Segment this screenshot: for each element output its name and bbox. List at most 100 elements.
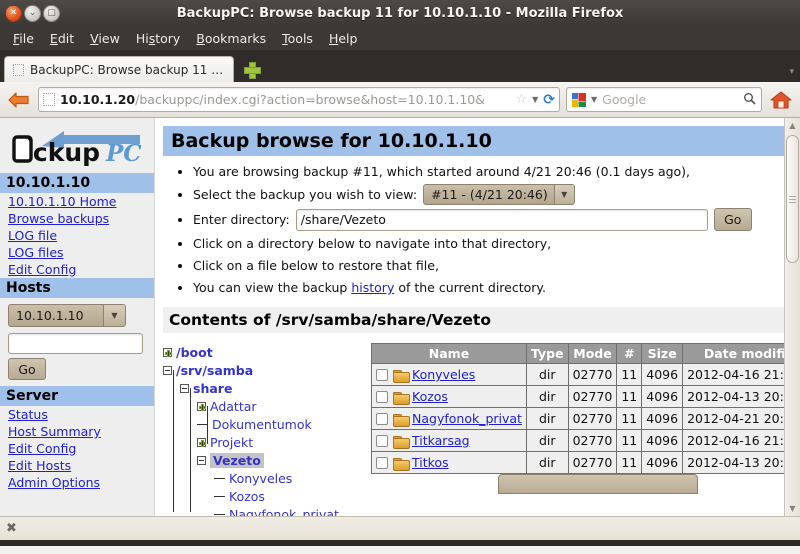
tree-node[interactable]: Konyveles <box>163 469 363 487</box>
column-header-name[interactable]: Name <box>371 343 527 364</box>
tree-node-label[interactable]: Adattar <box>210 399 257 414</box>
tree-node-label[interactable]: Nagyfonok_privat <box>229 507 339 517</box>
search-bar[interactable]: ▼ Google <box>566 87 762 112</box>
host-select[interactable]: 10.10.1.10 ▼ <box>8 304 126 327</box>
tree-node-label[interactable]: Vezeto <box>210 452 264 468</box>
menu-file[interactable]: File <box>6 29 41 48</box>
sidebar-item-log-files[interactable]: LOG files <box>0 244 154 261</box>
file-link[interactable]: Kozos <box>412 389 448 404</box>
column-header-type[interactable]: Type <box>525 343 569 364</box>
search-input[interactable]: Google <box>602 92 738 107</box>
tree-expand-icon[interactable] <box>197 437 206 447</box>
site-identity-icon[interactable] <box>43 93 55 106</box>
tree-node-label[interactable]: share <box>193 381 232 396</box>
directory-input[interactable]: /share/Vezeto <box>295 208 708 231</box>
minimize-icon[interactable]: ⌄ <box>24 4 41 22</box>
row-checkbox[interactable] <box>376 369 388 381</box>
sidebar-item-browse-backups[interactable]: Browse backups <box>0 210 154 227</box>
column-header-date[interactable]: Date modified <box>682 343 800 364</box>
tree-node[interactable]: /srv/samba <box>163 361 363 379</box>
tree-expand-icon[interactable] <box>197 401 206 411</box>
chevron-down-icon[interactable]: ▼ <box>103 305 125 326</box>
chevron-down-icon[interactable]: ▼ <box>591 95 597 104</box>
tree-node[interactable]: Kozos <box>163 487 363 505</box>
tree-node[interactable]: Nagyfonok_privat <box>163 505 363 516</box>
sidebar-item-admin-options[interactable]: Admin Options <box>0 474 154 491</box>
restore-selected-button[interactable] <box>497 474 698 494</box>
tree-node[interactable]: Vezeto <box>163 451 363 469</box>
host-go-button[interactable]: Go <box>8 358 46 380</box>
window-titlebar[interactable]: ✕ ⌄ ▢ BackupPC: Browse backup 11 for 10.… <box>0 0 800 26</box>
scrollbar-thumb[interactable] <box>786 135 799 263</box>
browser-tab[interactable]: BackupPC: Browse backup 11 f... <box>4 56 234 82</box>
desktop-taskbar[interactable] <box>0 540 800 546</box>
scroll-up-icon[interactable]: ▲ <box>789 118 795 133</box>
file-link[interactable]: Konyveles <box>412 367 475 382</box>
sidebar-item-server-edit-config[interactable]: Edit Config <box>0 440 154 457</box>
maximize-icon[interactable]: ▢ <box>43 4 60 22</box>
tree-node[interactable]: share <box>163 379 363 397</box>
row-checkbox[interactable] <box>376 413 388 425</box>
sidebar-item-edit-config[interactable]: Edit Config <box>0 261 154 278</box>
row-checkbox[interactable] <box>376 435 388 447</box>
menu-tools[interactable]: Tools <box>275 29 320 48</box>
tree-node[interactable]: /boot <box>163 343 363 361</box>
sidebar-item-status[interactable]: Status <box>0 406 154 423</box>
close-icon[interactable]: ✕ <box>5 4 22 22</box>
menu-view[interactable]: View <box>83 29 127 48</box>
host-search-input[interactable] <box>8 333 143 354</box>
new-tab-button[interactable] <box>238 57 264 81</box>
file-link[interactable]: Titkarsag <box>412 433 470 448</box>
chevron-down-icon[interactable]: ▾ <box>789 67 794 77</box>
tree-collapse-icon[interactable] <box>180 383 189 393</box>
cell-size: 4096 <box>641 385 684 408</box>
column-header-mode[interactable]: Mode <box>567 343 618 364</box>
menu-history[interactable]: History <box>129 29 187 48</box>
tree-expand-icon[interactable] <box>163 347 172 357</box>
tree-node-label[interactable]: Projekt <box>210 435 253 450</box>
sidebar-item-log-file[interactable]: LOG file <box>0 227 154 244</box>
back-arrow-icon[interactable] <box>6 87 32 113</box>
tree-node-label[interactable]: Konyveles <box>229 471 292 486</box>
tree-node-label[interactable]: /boot <box>176 345 213 360</box>
column-header-count[interactable]: # <box>616 343 643 364</box>
tree-node-label[interactable]: /srv/samba <box>176 363 253 378</box>
backup-select[interactable]: #11 - (4/21 20:46) ▼ <box>423 184 575 205</box>
instruction-click-file: Click on a file below to restore that fi… <box>193 256 790 275</box>
scroll-down-icon[interactable]: ▼ <box>789 501 795 516</box>
directory-go-button[interactable]: Go <box>713 208 752 231</box>
reload-icon[interactable]: ⟳ <box>543 92 555 108</box>
cell-mode: 02770 <box>567 451 618 474</box>
tree-collapse-icon[interactable] <box>197 455 206 465</box>
instruction-browsing: You are browsing backup #11, which start… <box>193 162 790 181</box>
history-link[interactable]: history <box>351 280 394 295</box>
star-icon[interactable]: ☆ <box>515 92 527 107</box>
magnifier-icon[interactable] <box>743 92 756 108</box>
row-checkbox[interactable] <box>376 457 388 469</box>
tree-node[interactable]: Projekt <box>163 433 363 451</box>
url-bar[interactable]: 10.10.1.20/backuppc/index.cgi?action=bro… <box>38 87 560 112</box>
cell-name: Titkos <box>371 451 527 474</box>
google-icon[interactable] <box>572 92 586 107</box>
file-link[interactable]: Titkos <box>412 455 449 470</box>
tree-node[interactable]: Adattar <box>163 397 363 415</box>
sidebar-item-edit-hosts[interactable]: Edit Hosts <box>0 457 154 474</box>
sidebar-item-host-home[interactable]: 10.10.1.10 Home <box>0 193 154 210</box>
row-checkbox[interactable] <box>376 391 388 403</box>
sidebar-item-host-summary[interactable]: Host Summary <box>0 423 154 440</box>
tree-node-label[interactable]: Dokumentumok <box>212 417 312 432</box>
menu-help[interactable]: Help <box>322 29 365 48</box>
tree-collapse-icon[interactable] <box>163 365 172 375</box>
tree-node[interactable]: Dokumentumok <box>163 415 363 433</box>
home-icon[interactable] <box>768 87 794 113</box>
tree-node-label[interactable]: Kozos <box>229 489 265 504</box>
directory-tree: /boot/srv/samba share Adattar Dokumentumok P… <box>163 339 363 516</box>
busy-icon: ✖ <box>6 521 17 536</box>
page-scrollbar[interactable]: ▲ ▼ <box>784 118 800 516</box>
chevron-down-icon[interactable]: ▼ <box>532 95 538 104</box>
column-header-size[interactable]: Size <box>641 343 684 364</box>
file-link[interactable]: Nagyfonok_privat <box>412 411 522 426</box>
menu-bookmarks[interactable]: Bookmarks <box>189 29 273 48</box>
chevron-down-icon[interactable]: ▼ <box>553 185 574 204</box>
menu-edit[interactable]: Edit <box>43 29 81 48</box>
